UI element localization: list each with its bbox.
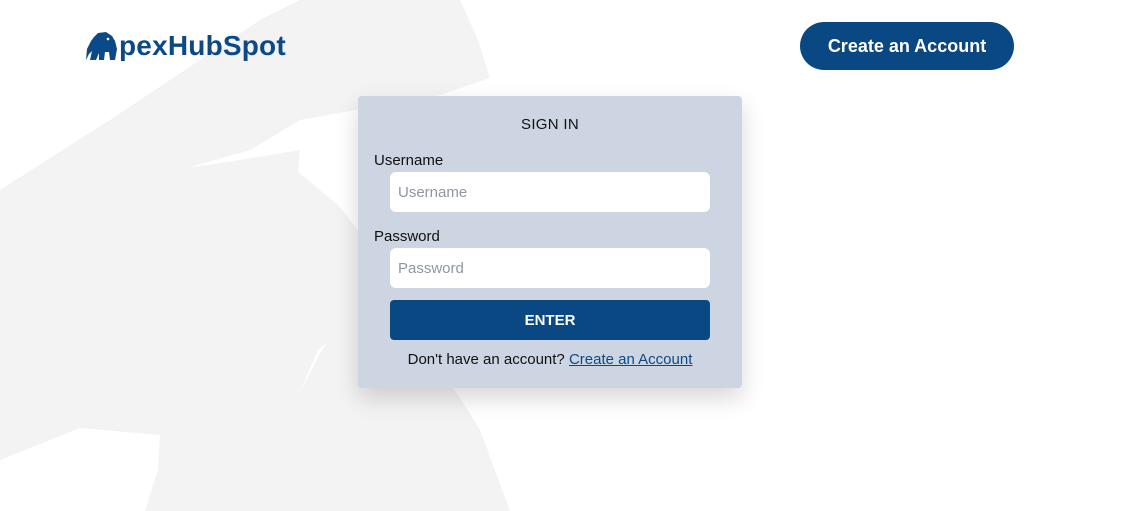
brand-name: pexHubSpot (119, 30, 286, 61)
signin-card: SIGN IN Username Password ENTER Don't ha… (358, 96, 742, 388)
brand-logo[interactable]: pexHubSpot (86, 30, 286, 62)
signup-link[interactable]: Create an Account (569, 351, 692, 368)
gorilla-icon (86, 32, 117, 60)
enter-button[interactable]: ENTER (390, 300, 710, 340)
password-label: Password (374, 228, 440, 245)
password-input[interactable] (390, 248, 710, 288)
signup-prompt-line: Don't have an account? Create an Account (358, 351, 742, 368)
username-input[interactable] (390, 172, 710, 212)
signin-title: SIGN IN (521, 116, 579, 133)
username-label: Username (374, 152, 444, 169)
signup-prompt-text: Don't have an account? (407, 351, 565, 368)
create-account-button[interactable]: Create an Account (800, 22, 1014, 70)
